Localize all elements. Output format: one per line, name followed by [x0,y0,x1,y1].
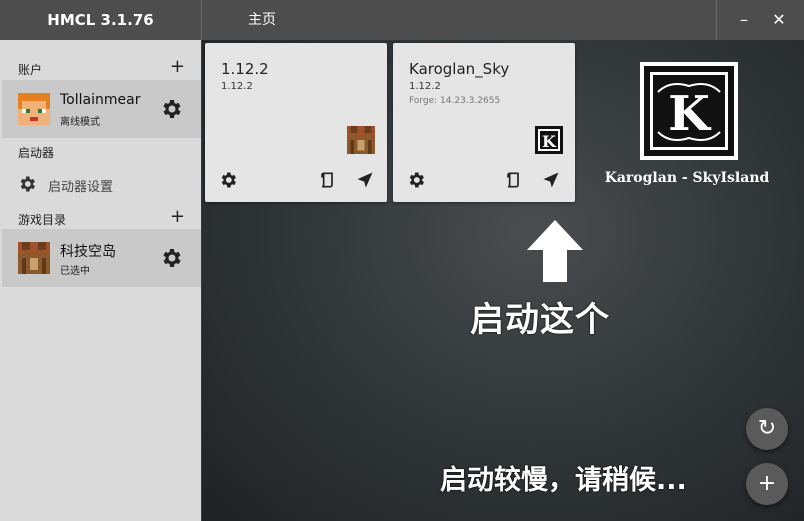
add-game-dir-button[interactable]: + [170,207,185,227]
version-settings-gear-icon[interactable] [218,170,238,190]
karoglan-skyisland-logo: K [640,62,738,160]
crafting-table-icon [347,126,375,154]
svg-text:K: K [668,86,712,142]
logo-text: Karoglan - SkyIsland [604,170,770,186]
game-dir-name: 科技空岛 [60,244,116,260]
accounts-header-label: 账户 [18,63,43,77]
refresh-button[interactable]: ↻ [746,408,788,450]
title-divider-right [716,0,717,40]
version-card[interactable]: Karoglan_Sky 1.12.2 Forge: 14.23.3.2655 … [393,43,575,202]
game-dir-status: 已选中 [60,266,90,277]
up-arrow-icon [527,220,583,282]
title-bar: HMCL 3.1.76 主页 – ✕ [0,0,804,40]
forge-version: Forge: 14.23.3.2655 [409,96,501,106]
svg-text:K: K [542,132,557,151]
version-card[interactable]: 1.12.2 1.12.2 [205,43,387,202]
game-dir-header: 游戏目录 + [0,207,201,229]
launcher-settings-gear-icon [20,176,35,192]
launch-send-icon[interactable] [355,170,375,190]
script-icon[interactable] [317,170,337,190]
account-mode: 离线模式 [60,117,100,128]
player-avatar-icon [18,93,50,125]
crafting-table-icon [18,242,50,274]
launcher-header-label: 启动器 [18,146,55,160]
accounts-header: 账户 + [0,57,201,79]
wait-text: 启动较慢，请稍候... [440,465,687,496]
add-account-button[interactable]: + [170,57,185,77]
launcher-settings-label: 启动器设置 [48,180,114,195]
version-title: 1.12.2 [221,60,269,78]
add-button[interactable]: + [746,463,788,505]
game-dir-header-label: 游戏目录 [18,213,67,227]
account-settings-gear-icon[interactable] [159,97,183,121]
game-dir-item[interactable]: 科技空岛 已选中 [2,229,201,287]
app-title: HMCL 3.1.76 [47,11,154,29]
launch-hint-text: 启动这个 [470,300,610,340]
page-title: 主页 [248,12,276,28]
version-title: Karoglan_Sky [409,60,510,78]
game-dir-settings-gear-icon[interactable] [159,246,183,270]
launcher-settings-item[interactable]: 启动器设置 [0,168,201,200]
minimize-button[interactable]: – [732,8,756,32]
launcher-header: 启动器 [0,140,201,162]
version-settings-gear-icon[interactable] [406,170,426,190]
version-number: 1.12.2 [409,81,441,92]
launch-send-icon[interactable] [541,170,561,190]
karoglan-logo-icon: K [535,126,563,154]
script-icon[interactable] [503,170,523,190]
title-divider [201,0,202,40]
main-content: 1.12.2 1.12.2 Karoglan_Sky 1.12.2 Forge:… [202,40,804,521]
close-button[interactable]: ✕ [767,8,791,32]
sidebar: 账户 + Tollainmear 离线模式 启动器 启动器设置 游戏目录 + 科… [0,40,201,521]
version-number: 1.12.2 [221,81,253,92]
account-item[interactable]: Tollainmear 离线模式 [2,80,201,138]
account-name: Tollainmear [60,92,141,108]
